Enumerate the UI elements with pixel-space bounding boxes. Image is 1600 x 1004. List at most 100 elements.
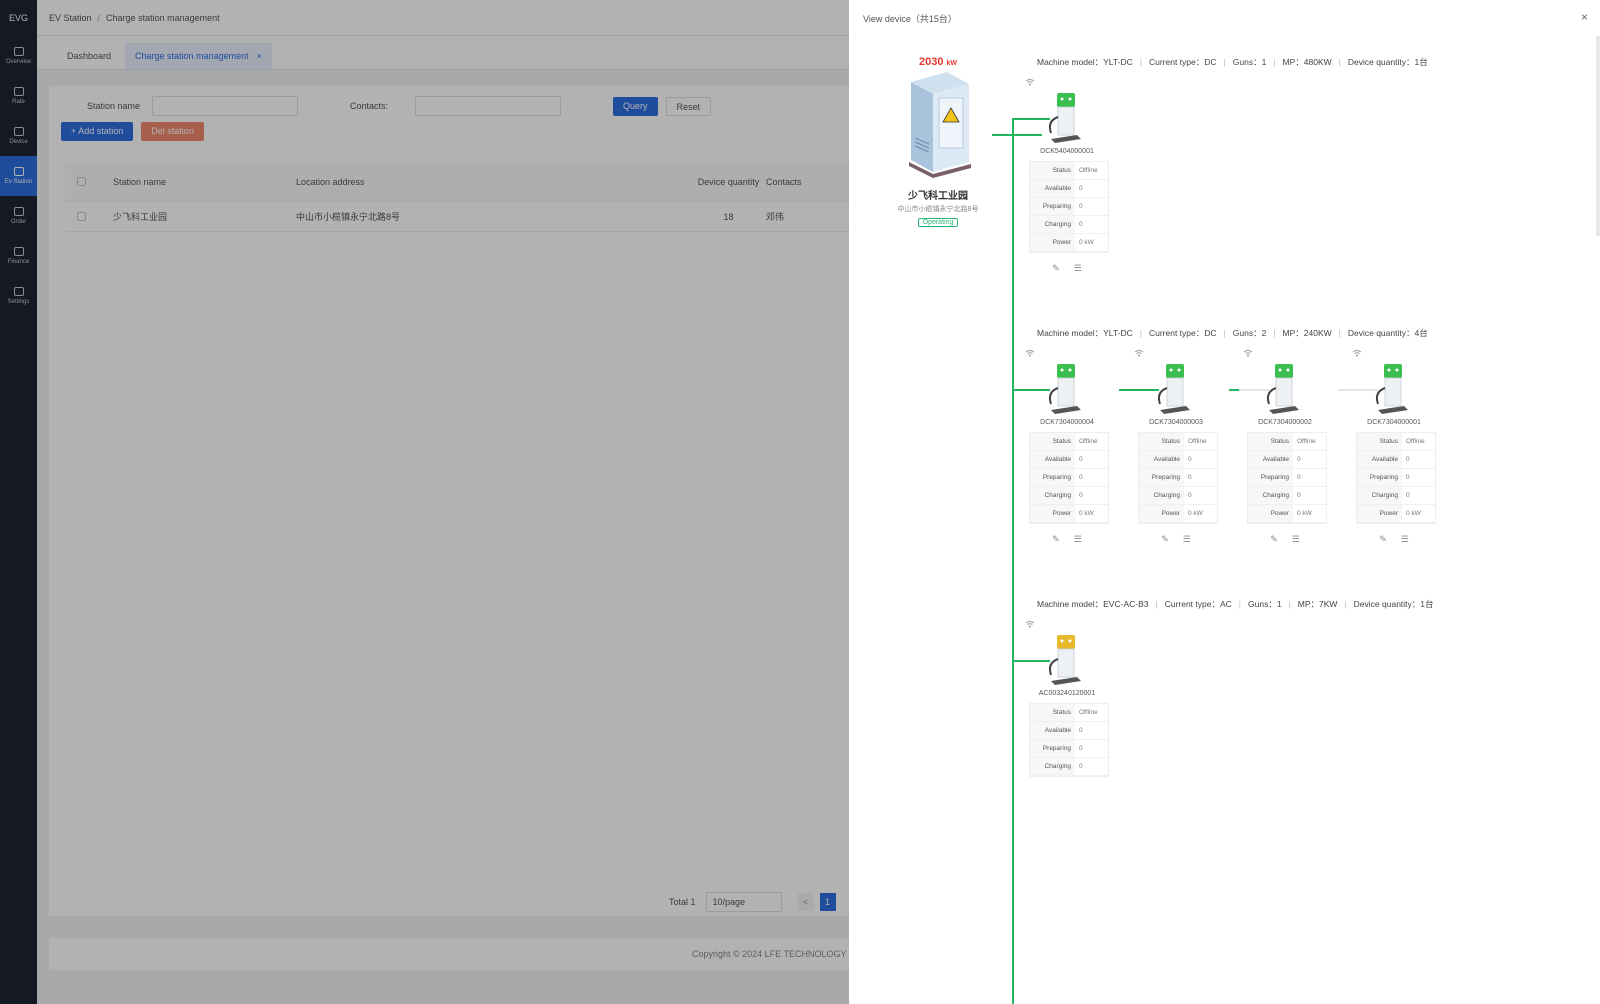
charger-icon: [1048, 364, 1081, 414]
info-key: Power: [1139, 505, 1184, 522]
drawer-scrollbar[interactable]: [1596, 36, 1600, 236]
charger-info-table: Status Offline Available 0 Preparing 0 Chargin…: [1029, 703, 1109, 777]
info-value: Offline: [1406, 438, 1425, 445]
info-row: Charging 0: [1139, 487, 1217, 505]
charger-card[interactable]: DCK7304000004 Status Offline Available 0 Prep…: [1025, 349, 1109, 545]
info-value: 0: [1406, 492, 1410, 499]
charger-serial: DCK7304000002: [1258, 419, 1312, 426]
close-icon[interactable]: ×: [1581, 10, 1588, 24]
info-key: Preparing: [1139, 469, 1184, 486]
info-row: Preparing 0: [1139, 469, 1217, 487]
device-group-header: Machine model：EVC-AC-B3 | Current type：AC |…: [1037, 599, 1434, 609]
wifi-icon: [1025, 621, 1035, 628]
topology-trunk: [1012, 118, 1014, 1004]
station-power: 2030 kW: [883, 56, 993, 68]
edit-icon[interactable]: ✎: [1052, 263, 1060, 274]
charger-card[interactable]: DCK7304000002 Status Offline Available 0 Prep…: [1243, 349, 1327, 545]
station-address: 中山市小榄镇永宁北路8号: [897, 206, 979, 213]
info-row: Status Offline: [1248, 433, 1326, 451]
info-key: Status: [1030, 433, 1075, 450]
edit-icon[interactable]: ✎: [1052, 534, 1060, 545]
list-icon[interactable]: ☰: [1074, 534, 1082, 545]
charger-info-table: Status Offline Available 0 Preparing 0 Chargin…: [1138, 432, 1218, 524]
device-group-header: Machine model：YLT-DC | Current type：DC | Gun…: [1037, 57, 1428, 67]
list-icon[interactable]: ☰: [1074, 263, 1082, 274]
charger-serial: DCK7304000001: [1367, 419, 1421, 426]
info-value: 0: [1297, 492, 1301, 499]
info-value: 0: [1079, 456, 1083, 463]
charger-card[interactable]: DCK7304000001 Status Offline Available 0 Prep…: [1352, 349, 1436, 545]
charger-card[interactable]: DCK7304000003 Status Offline Available 0 Prep…: [1134, 349, 1218, 545]
info-value: 0: [1079, 185, 1083, 192]
wifi-icon: [1134, 350, 1144, 357]
info-value: Offline: [1079, 438, 1098, 445]
wifi-icon: [1025, 79, 1035, 86]
info-value: 0: [1188, 456, 1192, 463]
group-mp: MP：480KW: [1282, 57, 1332, 67]
info-value: 0: [1079, 474, 1083, 481]
group-mp: MP：240KW: [1282, 328, 1332, 338]
info-key: Preparing: [1030, 740, 1075, 757]
group-guns: Guns：2: [1232, 328, 1267, 338]
info-key: Preparing: [1357, 469, 1402, 486]
info-key: Preparing: [1030, 469, 1075, 486]
info-key: Power: [1357, 505, 1402, 522]
info-value: 0: [1079, 492, 1083, 499]
device-group-header: Machine model：YLT-DC | Current type：DC | Gun…: [1037, 328, 1428, 338]
info-value: Offline: [1188, 438, 1207, 445]
edit-icon[interactable]: ✎: [1379, 534, 1387, 545]
info-key: Status: [1030, 162, 1075, 179]
info-value: 0: [1297, 474, 1301, 481]
group-model: Machine model：EVC-AC-B3: [1037, 599, 1149, 609]
info-value: 0: [1079, 745, 1083, 752]
info-key: Available: [1139, 451, 1184, 468]
station-power-value: 2030: [918, 56, 944, 68]
info-row: Charging 0: [1030, 487, 1108, 505]
info-row: Preparing 0: [1248, 469, 1326, 487]
charger-info-table: Status Offline Available 0 Preparing 0 Chargin…: [1029, 432, 1109, 524]
station-status-badge: Operating: [917, 218, 959, 227]
info-value: Offline: [1297, 438, 1316, 445]
list-icon[interactable]: ☰: [1292, 534, 1300, 545]
charger-serial: AC003240120001: [1038, 690, 1096, 697]
group-current: Current type：AC: [1164, 599, 1232, 609]
info-row: Available 0: [1030, 451, 1108, 469]
info-value: 0: [1188, 474, 1192, 481]
view-device-drawer: View device（共15台） × 2030 kW 少飞科工业园 中山市小榄…: [849, 0, 1600, 1004]
info-row: Preparing 0: [1030, 198, 1108, 216]
charger-card[interactable]: AC003240120001 Status Offline Available 0 Pre…: [1025, 620, 1109, 777]
info-row: Available 0: [1030, 722, 1108, 740]
info-key: Charging: [1030, 216, 1075, 233]
group-qty: Device quantity：1台: [1353, 599, 1434, 609]
info-row: Charging 0: [1248, 487, 1326, 505]
info-key: Available: [1030, 180, 1075, 197]
info-row: Preparing 0: [1030, 469, 1108, 487]
charger-icon: [1048, 635, 1081, 685]
info-key: Power: [1030, 234, 1075, 251]
info-row: Available 0: [1030, 180, 1108, 198]
info-row: Preparing 0: [1357, 469, 1435, 487]
info-key: Preparing: [1248, 469, 1293, 486]
info-value: Offline: [1079, 167, 1098, 174]
info-value: 0 kW: [1079, 239, 1094, 246]
info-key: Status: [1357, 433, 1402, 450]
info-row: Status Offline: [1030, 704, 1108, 722]
list-icon[interactable]: ☰: [1183, 534, 1191, 545]
info-value: 0: [1079, 221, 1083, 228]
info-row: Power 0 kW: [1139, 505, 1217, 523]
edit-icon[interactable]: ✎: [1270, 534, 1278, 545]
charger-serial: DCK7304000003: [1149, 419, 1203, 426]
drawer-title: View device（共15台）: [863, 13, 957, 24]
info-value: 0: [1079, 727, 1083, 734]
info-row: Available 0: [1139, 451, 1217, 469]
info-row: Preparing 0: [1030, 740, 1108, 758]
info-key: Available: [1030, 722, 1075, 739]
list-icon[interactable]: ☰: [1401, 534, 1409, 545]
info-row: Available 0: [1248, 451, 1326, 469]
info-key: Available: [1357, 451, 1402, 468]
station-power-unit: kW: [946, 60, 958, 67]
charger-card[interactable]: DCK5404000001 Status Offline Available 0 Prep…: [1025, 78, 1109, 274]
info-key: Status: [1248, 433, 1293, 450]
info-key: Power: [1030, 505, 1075, 522]
edit-icon[interactable]: ✎: [1161, 534, 1169, 545]
